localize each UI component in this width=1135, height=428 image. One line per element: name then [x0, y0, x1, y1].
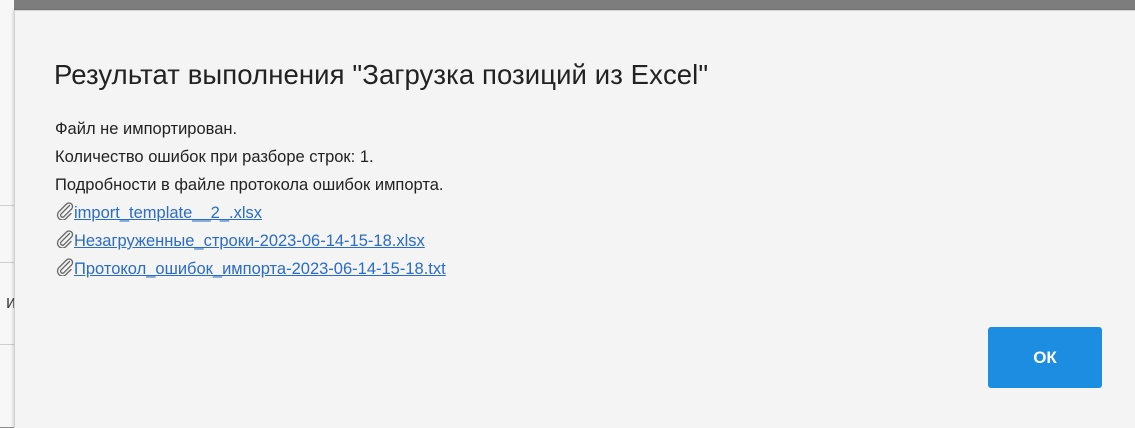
attachment-item: Незагруженные_строки-2023-06-14-15-18.xl… — [55, 227, 446, 255]
dialog-title: Результат выполнения "Загрузка позиций и… — [54, 59, 709, 90]
attachment-link-error-protocol[interactable]: Протокол_ошибок_импорта-2023-06-14-15-18… — [74, 260, 446, 278]
background-divider — [0, 205, 14, 206]
dialog-body: Файл не импортирован. Количество ошибок … — [55, 115, 446, 283]
attachment-item: import_template__2_.xlsx — [55, 199, 446, 227]
attachment-link-import-template[interactable]: import_template__2_.xlsx — [74, 204, 262, 222]
message-line: Подробности в файле протокола ошибок имп… — [55, 176, 444, 194]
message-line: Количество ошибок при разборе строк: 1. — [55, 148, 374, 166]
background-page-strip: и — [0, 0, 16, 427]
paperclip-icon — [56, 230, 74, 248]
attachment-item: Протокол_ошибок_импорта-2023-06-14-15-18… — [55, 255, 446, 283]
paperclip-icon — [56, 258, 74, 276]
background-divider — [0, 262, 14, 263]
result-dialog: Результат выполнения "Загрузка позиций и… — [14, 10, 1135, 428]
background-divider — [0, 344, 14, 345]
ok-button[interactable]: ОК — [988, 327, 1102, 388]
message-line: Файл не импортирован. — [55, 120, 238, 138]
attachment-link-unloaded-rows[interactable]: Незагруженные_строки-2023-06-14-15-18.xl… — [74, 232, 425, 250]
paperclip-icon — [56, 202, 74, 220]
